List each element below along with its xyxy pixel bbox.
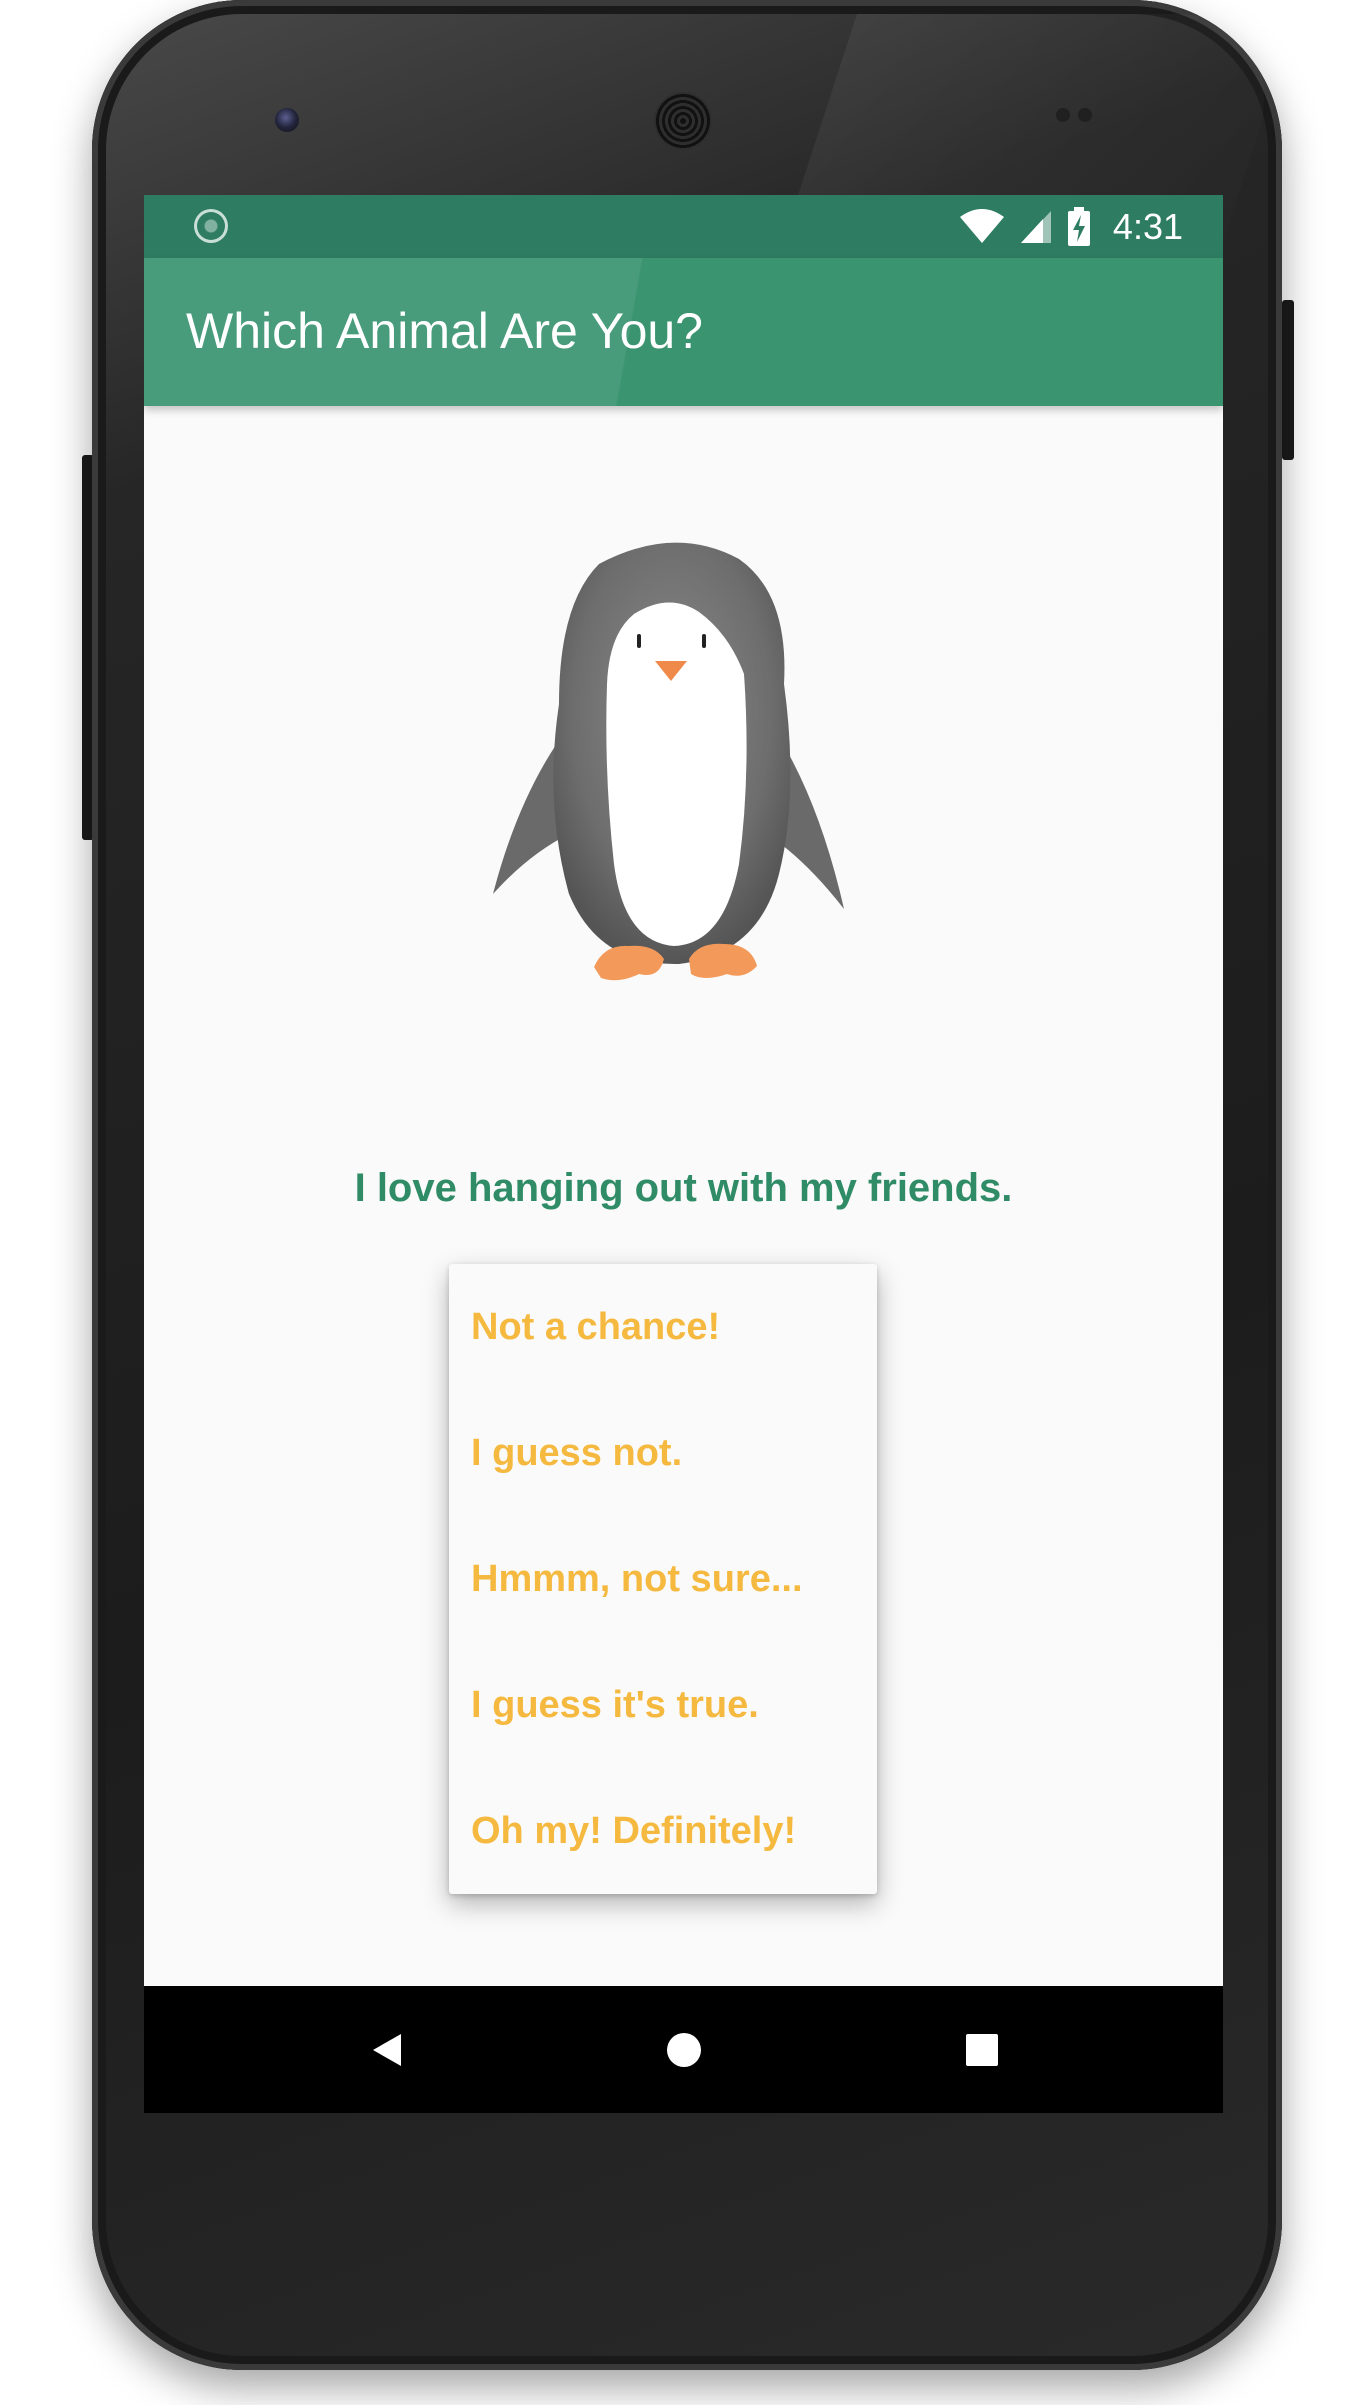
navigation-bar bbox=[144, 1986, 1223, 2113]
answer-option[interactable]: I guess not. bbox=[449, 1390, 877, 1516]
status-bar: 4:31 bbox=[144, 195, 1223, 258]
device-screen: 4:31 Which Animal Are You? I love hangin… bbox=[144, 195, 1223, 2113]
battery-charging-icon bbox=[1067, 207, 1090, 246]
answer-dropdown-menu: Not a chance! I guess not. Hmmm, not sur… bbox=[449, 1264, 877, 1894]
app-title: Which Animal Are You? bbox=[186, 303, 703, 359]
earpiece-speaker bbox=[654, 92, 712, 150]
front-camera bbox=[275, 108, 299, 132]
sync-icon bbox=[194, 209, 228, 243]
app-bar: Which Animal Are You? bbox=[144, 258, 1223, 406]
answer-option[interactable]: I guess it's true. bbox=[449, 1642, 877, 1768]
wifi-icon bbox=[959, 209, 1004, 243]
power-button bbox=[1282, 300, 1294, 460]
status-time: 4:31 bbox=[1112, 206, 1183, 247]
answer-option[interactable]: Hmmm, not sure... bbox=[449, 1516, 877, 1642]
signal-icon bbox=[1020, 211, 1051, 243]
proximity-sensors bbox=[1056, 108, 1106, 124]
home-icon[interactable] bbox=[664, 2030, 704, 2070]
answer-option[interactable]: Oh my! Definitely! bbox=[449, 1768, 877, 1894]
back-icon[interactable] bbox=[367, 2030, 407, 2070]
answer-option[interactable]: Not a chance! bbox=[449, 1264, 877, 1390]
penguin-illustration bbox=[493, 542, 844, 981]
status-icons: 4:31 bbox=[945, 203, 1183, 251]
device-frame-stage: 4:31 Which Animal Are You? I love hangin… bbox=[0, 0, 1370, 2405]
recents-icon[interactable] bbox=[962, 2030, 1002, 2070]
question-text: I love hanging out with my friends. bbox=[354, 1166, 1013, 1210]
